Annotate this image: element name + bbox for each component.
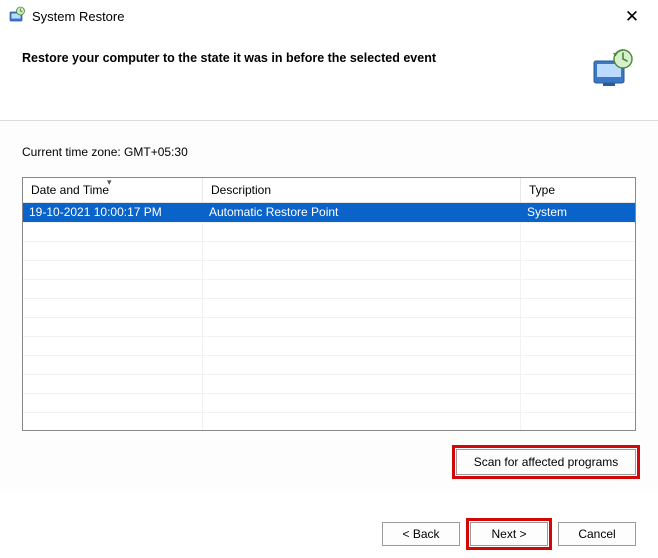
- wizard-header: Restore your computer to the state it wa…: [0, 33, 658, 120]
- column-header-description[interactable]: Description: [203, 178, 521, 202]
- cell-description: Automatic Restore Point: [203, 203, 521, 222]
- table-row[interactable]: 19-10-2021 10:00:17 PM Automatic Restore…: [23, 203, 635, 222]
- restore-points-table[interactable]: Date and Time ▾ Description Type 19-10-2…: [22, 177, 636, 431]
- wizard-content: Current time zone: GMT+05:30 Date and Ti…: [0, 120, 658, 493]
- cancel-button[interactable]: Cancel: [558, 522, 636, 546]
- system-restore-hero-icon: [590, 47, 636, 92]
- sort-descending-icon: ▾: [107, 177, 112, 188]
- cell-datetime: 19-10-2021 10:00:17 PM: [23, 203, 203, 222]
- column-header-type[interactable]: Type: [521, 178, 635, 202]
- scan-affected-programs-button[interactable]: Scan for affected programs: [456, 449, 636, 475]
- column-header-datetime[interactable]: Date and Time ▾: [23, 178, 203, 202]
- next-button[interactable]: Next >: [470, 522, 548, 546]
- close-button[interactable]: ✕: [614, 7, 650, 27]
- column-label: Date and Time: [31, 183, 109, 197]
- window-title: System Restore: [32, 9, 614, 24]
- table-header: Date and Time ▾ Description Type: [23, 178, 635, 203]
- wizard-footer: < Back Next > Cancel: [382, 522, 636, 546]
- titlebar: System Restore ✕: [0, 0, 658, 33]
- cell-type: System: [521, 203, 635, 222]
- back-button[interactable]: < Back: [382, 522, 460, 546]
- timezone-label: Current time zone: GMT+05:30: [22, 145, 636, 159]
- system-restore-icon: [8, 6, 26, 27]
- table-body: 19-10-2021 10:00:17 PM Automatic Restore…: [23, 203, 635, 431]
- page-heading: Restore your computer to the state it wa…: [22, 47, 580, 65]
